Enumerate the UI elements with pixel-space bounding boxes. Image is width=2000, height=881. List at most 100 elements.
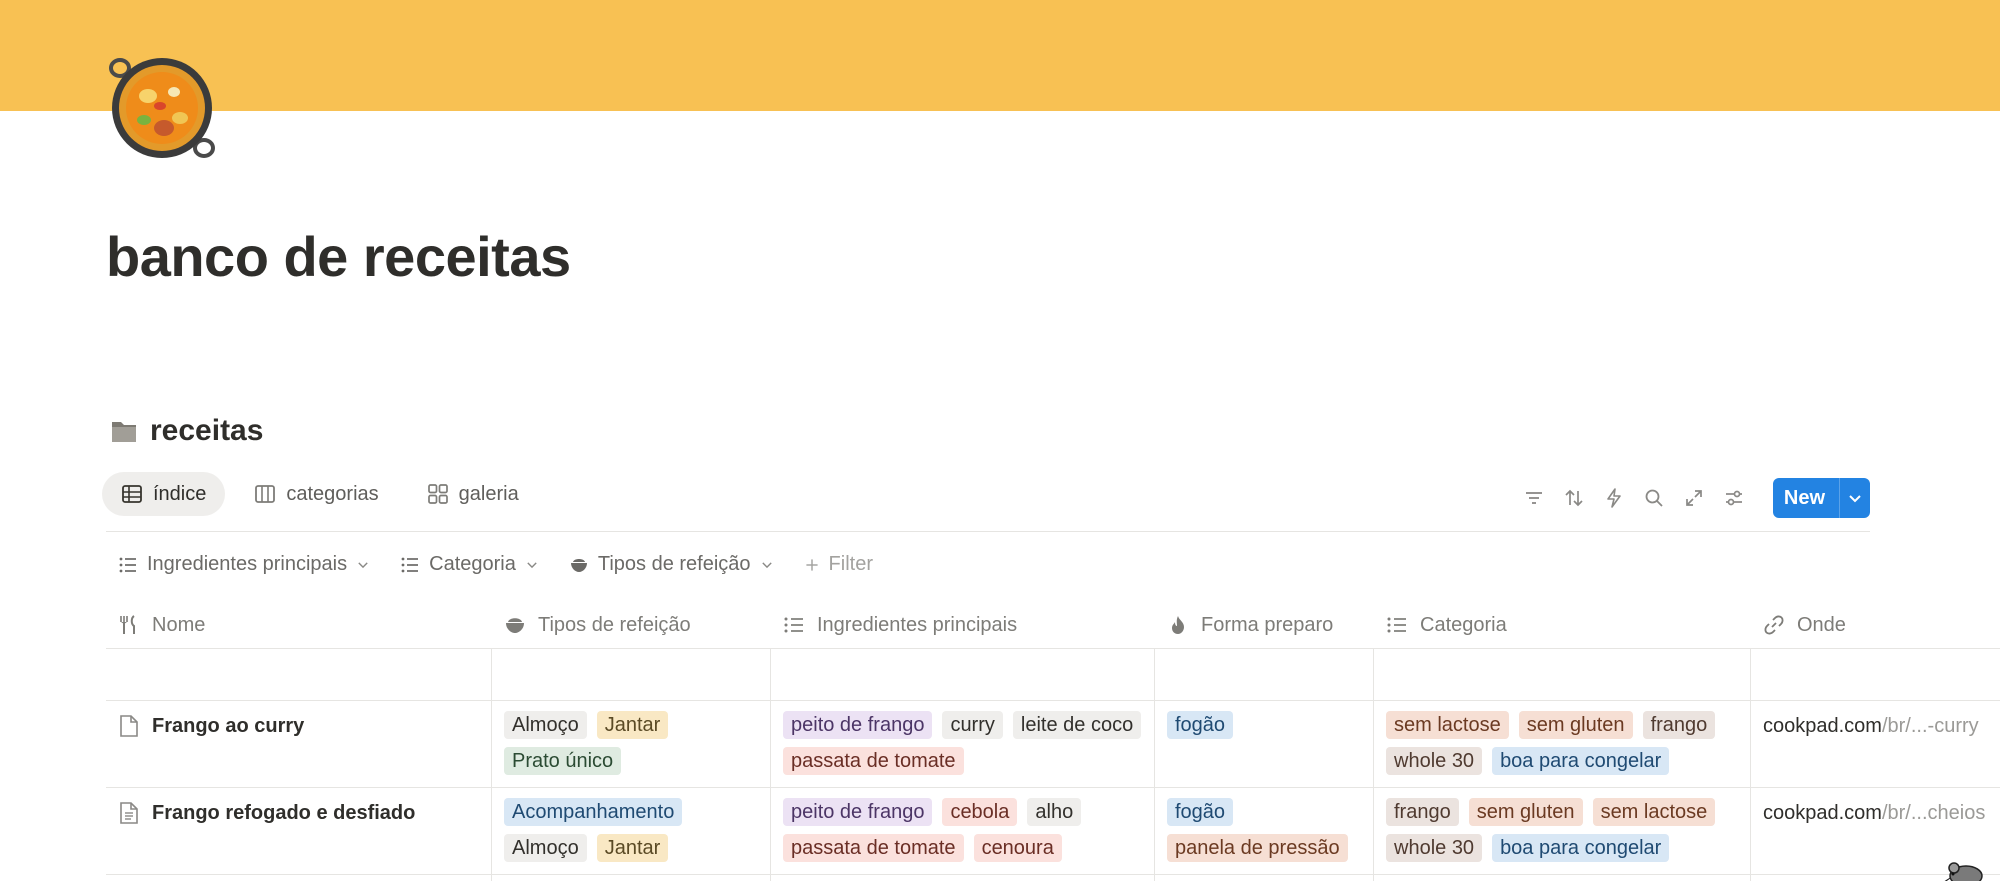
- database-title-text[interactable]: receitas: [150, 414, 263, 448]
- toolbar-divider: [106, 531, 1870, 532]
- page-title[interactable]: banco de receitas: [106, 222, 571, 292]
- column-label: Tipos de refeição: [538, 613, 691, 636]
- cell-forma[interactable]: fogão: [1155, 701, 1374, 739]
- automation-icon[interactable]: [1601, 485, 1627, 511]
- column-header-tipos[interactable]: Tipos de refeição: [492, 601, 771, 649]
- tag: passata de tomate: [783, 747, 964, 775]
- tag: alho: [1027, 798, 1082, 826]
- list-icon: [784, 617, 803, 633]
- add-filter-button[interactable]: Filter: [804, 553, 873, 576]
- tag: Acompanhamento: [504, 798, 683, 826]
- filter-label: Categoria: [429, 553, 516, 575]
- table-icon: [122, 485, 142, 503]
- list-icon: [1387, 617, 1406, 633]
- folder-icon: [110, 418, 138, 444]
- tag: boa para congelar: [1492, 834, 1670, 862]
- tag: fogão: [1167, 798, 1234, 826]
- tag: frango: [1642, 711, 1716, 739]
- page-cover[interactable]: [0, 0, 2000, 111]
- column-label: Ingredientes principais: [817, 613, 1018, 636]
- column-header-forma[interactable]: Forma preparo: [1155, 601, 1374, 649]
- filter-ingredientes[interactable]: Ingredientes principais: [118, 553, 370, 576]
- cell-ingredientes[interactable]: peito de frango curry leite de coco pass…: [771, 701, 1155, 775]
- board-icon: [255, 485, 276, 503]
- column-header-categoria[interactable]: Categoria: [1374, 601, 1751, 649]
- settings-icon[interactable]: [1721, 485, 1747, 511]
- tag: fogão: [1167, 711, 1234, 739]
- filter-bar: Ingredientes principais Categoria Tipos …: [118, 553, 873, 576]
- chevron-down-icon: [761, 561, 772, 568]
- fire-icon: [1172, 616, 1184, 634]
- chevron-down-icon[interactable]: [1840, 478, 1870, 518]
- filter-tipos[interactable]: Tipos de refeição: [569, 553, 774, 576]
- column-header-ingredientes[interactable]: Ingredientes principais: [771, 601, 1155, 649]
- filter-categoria[interactable]: Categoria: [400, 553, 539, 576]
- cell-tipos[interactable]: Acompanhamento Almoço Jantar: [492, 788, 771, 862]
- tab-galeria[interactable]: galeria: [408, 472, 538, 516]
- link-path[interactable]: /br/...cheios: [1882, 802, 1985, 824]
- tag: Jantar: [596, 834, 669, 862]
- document-icon: [120, 802, 138, 824]
- tab-label: galeria: [458, 482, 519, 505]
- cell-nome[interactable]: Frango refogado e desfiado: [106, 788, 492, 825]
- cell-categoria[interactable]: frango sem gluten sem lactose whole 30 b…: [1374, 788, 1751, 862]
- cell-forma[interactable]: fogão panela de pressão: [1155, 788, 1374, 862]
- mouse-mascot-icon: [1940, 858, 1990, 881]
- table-row[interactable]: Frango ao curry Almoço Jantar Prato únic…: [106, 701, 2000, 788]
- column-header-onde[interactable]: Onde: [1751, 601, 2000, 649]
- row-name: Frango refogado e desfiado: [152, 802, 416, 824]
- tab-indice[interactable]: índice: [102, 472, 226, 516]
- tag: sem lactose: [1386, 711, 1509, 739]
- column-label: Nome: [152, 613, 206, 636]
- search-icon[interactable]: [1641, 485, 1667, 511]
- cell-ingredientes[interactable]: peito de frango cebola alho passata de t…: [771, 788, 1155, 862]
- cell-onde[interactable]: cookpad.com/br/...cheios: [1751, 788, 2000, 825]
- sort-icon[interactable]: [1561, 485, 1587, 511]
- column-label: Onde: [1797, 613, 1846, 636]
- link-path[interactable]: /br/...-curry: [1882, 715, 1979, 737]
- expand-icon[interactable]: [1681, 485, 1707, 511]
- tab-categorias[interactable]: categorias: [235, 472, 397, 516]
- tab-label: índice: [153, 482, 207, 505]
- row-name: Frango ao curry: [152, 715, 305, 737]
- filter-add-label: Filter: [828, 553, 873, 575]
- column-header-nome[interactable]: Nome: [106, 601, 492, 649]
- chevron-down-icon: [527, 561, 537, 568]
- list-icon: [119, 557, 136, 572]
- column-divider: [1750, 649, 1751, 881]
- tag: frango: [1386, 798, 1459, 826]
- tag: Jantar: [596, 711, 669, 739]
- tag: whole 30: [1386, 834, 1483, 862]
- tag: cenoura: [973, 834, 1062, 862]
- paella-pan-icon[interactable]: [108, 56, 218, 160]
- cell-onde[interactable]: cookpad.com/br/...-curry: [1751, 701, 2000, 738]
- column-divider: [770, 649, 771, 881]
- recipes-table: Nome Tipos de refeição Ingredientes prin…: [106, 601, 2000, 881]
- column-divider: [1154, 649, 1155, 881]
- cell-nome[interactable]: Frango ao curry: [106, 701, 492, 738]
- filter-label: Tipos de refeição: [597, 553, 751, 575]
- database-title: receitas: [110, 414, 263, 448]
- tab-label: categorias: [286, 482, 379, 505]
- tag: Almoço: [504, 834, 587, 862]
- column-divider: [1373, 649, 1374, 881]
- tag: sem lactose: [1592, 798, 1716, 826]
- bowl-icon: [570, 558, 587, 572]
- column-label: Forma preparo: [1201, 613, 1334, 636]
- view-tabs: índice categorias galeria: [102, 472, 538, 516]
- cell-tipos[interactable]: Almoço Jantar Prato único: [492, 701, 771, 775]
- link-host[interactable]: cookpad.com: [1763, 715, 1882, 737]
- filter-label: Ingredientes principais: [147, 553, 348, 575]
- filter-icon[interactable]: [1521, 485, 1547, 511]
- tag: leite de coco: [1012, 711, 1142, 739]
- link-host[interactable]: cookpad.com: [1763, 802, 1882, 824]
- table-row-empty[interactable]: [106, 649, 2000, 701]
- tag: Almoço: [504, 711, 587, 739]
- cell-categoria[interactable]: sem lactose sem gluten frango whole 30 b…: [1374, 701, 1751, 775]
- column-label: Categoria: [1420, 613, 1507, 636]
- tag: sem gluten: [1468, 798, 1583, 826]
- gallery-icon: [427, 484, 448, 504]
- chevron-down-icon: [358, 561, 368, 568]
- new-button[interactable]: New: [1773, 478, 1839, 518]
- table-row[interactable]: Frango refogado e desfiado Acompanhament…: [106, 788, 2000, 875]
